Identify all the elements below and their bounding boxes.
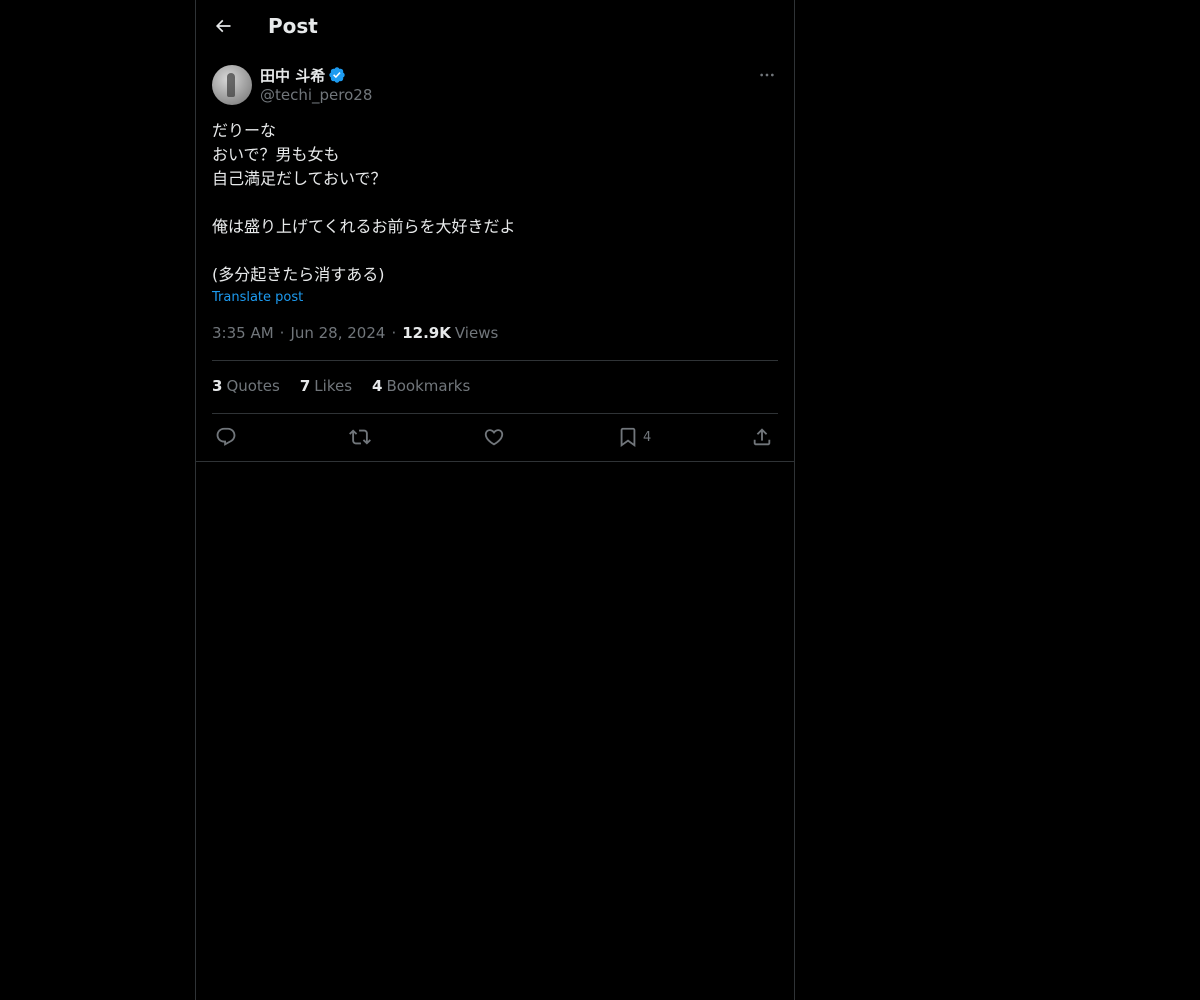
bookmarks-label: Bookmarks (386, 377, 471, 395)
reply-icon (215, 426, 237, 448)
author-display-name[interactable]: 田中 斗希 (260, 65, 325, 86)
repost-icon (349, 426, 371, 448)
likes-label: Likes (314, 377, 353, 395)
author-handle[interactable]: @techi_pero28 (260, 86, 372, 104)
quotes-label: Quotes (226, 377, 280, 395)
more-options-button[interactable] (756, 64, 778, 86)
bookmarks-stat[interactable]: 4 Bookmarks (372, 377, 470, 395)
separator-dot: · (391, 324, 397, 342)
quotes-stat[interactable]: 3 Quotes (212, 377, 280, 395)
main-column: Post 田中 斗希 @techi_pero28 だりーな おいで？男も女も 自… (195, 0, 795, 1000)
divider (196, 461, 794, 462)
more-horizontal-icon (759, 67, 775, 83)
post-metadata: 3:35 AM · Jun 28, 2024 · 12.9K Views (212, 324, 498, 342)
share-icon (751, 426, 773, 448)
bookmarks-count: 4 (372, 377, 383, 395)
bookmark-count: 4 (643, 429, 652, 445)
avatar[interactable] (212, 65, 252, 105)
like-button[interactable] (483, 425, 505, 449)
translate-post-link[interactable]: Translate post (212, 290, 303, 305)
likes-stat[interactable]: 7 Likes (300, 377, 352, 395)
page-title: Post (268, 14, 318, 38)
quotes-count: 3 (212, 377, 223, 395)
arrow-left-icon (213, 16, 233, 36)
repost-button[interactable] (349, 425, 371, 449)
views-count: 12.9K (402, 324, 451, 342)
bookmark-button[interactable]: 4 (617, 425, 651, 449)
divider (212, 360, 778, 361)
divider (212, 413, 778, 414)
engagement-stats: 3 Quotes 7 Likes 4 Bookmarks (212, 377, 490, 395)
reply-button[interactable] (215, 425, 237, 449)
verified-badge-icon (328, 66, 346, 84)
page-header: Post (196, 0, 794, 53)
views-label: Views (454, 324, 499, 342)
post-time[interactable]: 3:35 AM (212, 324, 274, 342)
post-date[interactable]: Jun 28, 2024 (290, 324, 385, 342)
bookmark-icon (617, 426, 639, 448)
separator-dot: · (279, 324, 285, 342)
post-text: だりーな おいで？男も女も 自己満足だしておいで？ 俺は盛り上げてくれるお前らを… (212, 121, 516, 284)
action-bar: 4 (212, 424, 778, 450)
likes-count: 7 (299, 377, 311, 395)
heart-icon (483, 426, 505, 448)
share-button[interactable] (751, 425, 773, 449)
author-name-row: 田中 斗希 (260, 65, 346, 85)
back-button[interactable] (208, 11, 238, 41)
